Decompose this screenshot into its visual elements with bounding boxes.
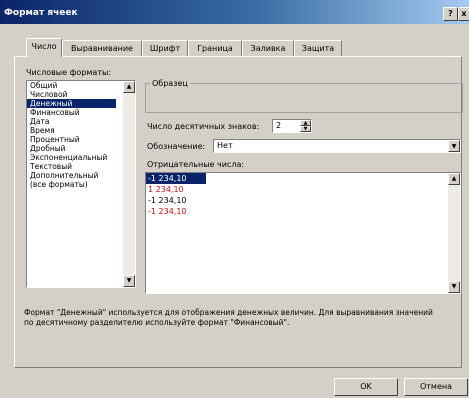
ok-button[interactable]: OK [334, 378, 398, 396]
decimals-value: 2 [276, 121, 282, 130]
scroll-down-icon[interactable]: ▼ [448, 281, 460, 293]
spin-down-icon[interactable]: ▼ [300, 126, 311, 132]
format-item[interactable]: Экспоненциальный [27, 153, 135, 162]
cancel-button[interactable]: Отмена [404, 378, 468, 396]
negative-item[interactable]: -1 234,10 [146, 195, 460, 206]
decimals-label: Число десятичных знаков: [147, 122, 260, 131]
format-item-selected[interactable]: Денежный [27, 99, 116, 108]
tab-number[interactable]: Число [26, 38, 62, 57]
format-item[interactable]: Время [27, 126, 135, 135]
negatives-listbox[interactable]: -1 234,10 1 234,10 -1 234,10 -1 234,10 ▲… [145, 172, 461, 294]
negatives-scrollbar[interactable]: ▲ ▼ [448, 173, 460, 293]
scroll-down-icon[interactable]: ▼ [123, 275, 135, 287]
format-item[interactable]: Текстовый [27, 162, 135, 171]
negatives-label: Отрицательные числа: [147, 160, 245, 169]
format-item[interactable]: Финансовый [27, 108, 135, 117]
format-item[interactable]: Дата [27, 117, 135, 126]
format-item[interactable]: Числовой [27, 90, 135, 99]
sample-label: Образец [150, 79, 190, 88]
decimals-spinner[interactable]: 2 ▲ ▼ [272, 119, 312, 133]
window-title: Формат ячеек [4, 8, 78, 18]
format-item[interactable]: (все форматы) [27, 180, 135, 189]
chevron-down-icon[interactable]: ▼ [448, 140, 460, 152]
tab-fill[interactable]: Заливка [242, 40, 294, 57]
format-item[interactable]: Процентный [27, 135, 135, 144]
tab-alignment[interactable]: Выравнивание [62, 40, 142, 57]
tab-border[interactable]: Граница [188, 40, 242, 57]
format-item[interactable]: Общий [27, 81, 135, 90]
scroll-up-icon[interactable]: ▲ [448, 173, 460, 185]
formats-listbox[interactable]: Общий Числовой Денежный Финансовый Дата … [26, 80, 136, 288]
negative-item-selected[interactable]: -1 234,10 [146, 173, 206, 184]
format-item[interactable]: Дробный [27, 144, 135, 153]
title-bar: Формат ячеек ? x [0, 0, 469, 24]
negative-item[interactable]: -1 234,10 [146, 206, 460, 217]
close-button[interactable]: x [458, 7, 469, 21]
formats-scrollbar[interactable]: ▲ ▼ [123, 81, 135, 287]
formats-label: Числовые форматы: [26, 68, 112, 77]
scroll-up-icon[interactable]: ▲ [123, 81, 135, 93]
help-button[interactable]: ? [443, 7, 458, 21]
tab-protection[interactable]: Защита [294, 40, 342, 57]
symbol-label: Обозначение: [147, 142, 206, 151]
format-item[interactable]: Дополнительный [27, 171, 135, 180]
format-description: Формат "Денежный" используется для отобр… [24, 308, 433, 327]
symbol-value: Нет [217, 141, 233, 150]
sample-group [145, 83, 463, 113]
tab-font[interactable]: Шрифт [142, 40, 188, 57]
symbol-select[interactable]: Нет ▼ [213, 139, 461, 153]
negative-item[interactable]: 1 234,10 [146, 184, 460, 195]
